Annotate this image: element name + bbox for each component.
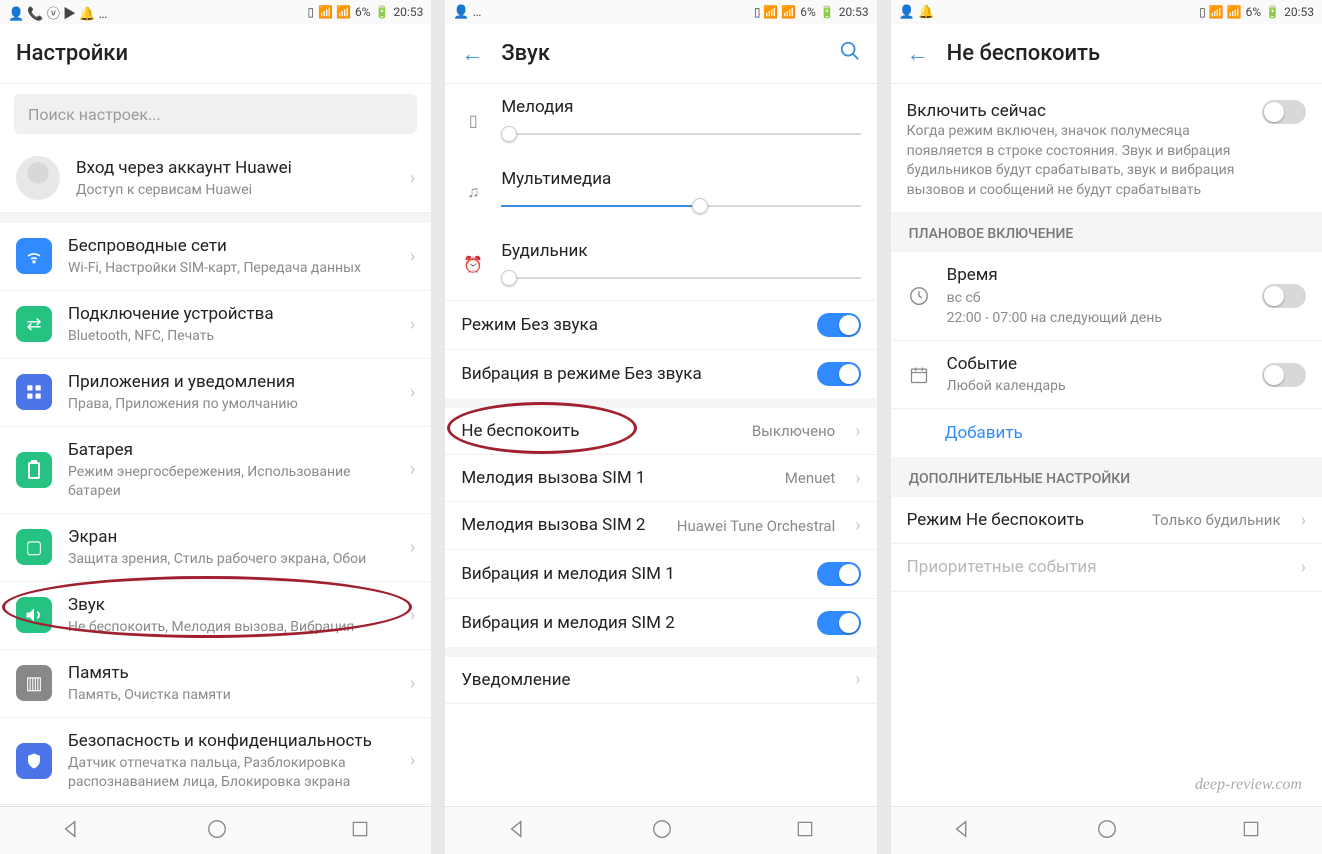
chevron-right-icon: › bbox=[855, 421, 860, 442]
nav-recent-icon[interactable] bbox=[795, 819, 815, 843]
navbar bbox=[891, 806, 1322, 854]
row-apps[interactable]: Приложения и уведомленияПрава, Приложени… bbox=[0, 359, 431, 427]
row-notification[interactable]: Уведомление › bbox=[445, 657, 876, 704]
row-memory[interactable]: ▥ ПамятьПамять, Очистка памяти › bbox=[0, 650, 431, 718]
slider-media[interactable]: ♫ Мультимедиа bbox=[445, 156, 876, 228]
row-enable-now[interactable]: Включить сейчас Когда режим включен, зна… bbox=[891, 84, 1322, 212]
chevron-right-icon: › bbox=[855, 669, 860, 690]
chevron-right-icon: › bbox=[410, 168, 415, 189]
toggle-vs2[interactable] bbox=[817, 611, 861, 635]
section-scheduled: ПЛАНОВОЕ ВКЛЮЧЕНИЕ bbox=[891, 212, 1322, 252]
search-icon[interactable] bbox=[839, 40, 861, 68]
alarm-icon: ⏰ bbox=[461, 255, 485, 274]
chevron-right-icon: › bbox=[410, 314, 415, 335]
page-title: Настройки bbox=[16, 41, 128, 66]
row-vibtone-sim1[interactable]: Вибрация и мелодия SIM 1 bbox=[445, 550, 876, 599]
toggle-vibrate[interactable] bbox=[817, 362, 861, 386]
clock-icon bbox=[907, 285, 931, 307]
vibrate-icon: ▯ bbox=[307, 5, 314, 19]
row-sim2-tone[interactable]: Мелодия вызова SIM 2 Huawei Tune Orchest… bbox=[445, 502, 876, 549]
screen-sound: 👤 … ▯ 📶 📶 6% 🔋 20:53 ← Звук ▯ Мелодия ♫ … bbox=[445, 0, 876, 854]
wifi-icon bbox=[16, 238, 52, 274]
slider-alarm[interactable]: ⏰ Будильник bbox=[445, 228, 876, 301]
header: ← Не беспокоить bbox=[891, 24, 1322, 84]
header: Настройки bbox=[0, 24, 431, 84]
chevron-right-icon: › bbox=[410, 459, 415, 480]
vibrate-icon: ▯ bbox=[461, 111, 485, 130]
statusbar: 👤 🔔 ▯ 📶 📶 6% 🔋 20:53 bbox=[891, 0, 1322, 24]
statusbar: 👤 📞 ⓥ ▶ 🔔 … ▯ 📶 📶 6% 🔋 20:53 bbox=[0, 0, 431, 24]
add-button[interactable]: Добавить bbox=[891, 409, 1322, 457]
navbar bbox=[0, 806, 431, 854]
row-event[interactable]: Событие Любой календарь bbox=[891, 341, 1322, 409]
nav-home-icon[interactable] bbox=[1096, 818, 1118, 844]
nav-back-icon[interactable] bbox=[61, 818, 83, 844]
row-account[interactable]: Вход через аккаунт HuaweiДоступ к сервис… bbox=[0, 144, 431, 213]
chevron-right-icon: › bbox=[410, 750, 415, 771]
screen-dnd: 👤 🔔 ▯ 📶 📶 6% 🔋 20:53 ← Не беспокоить Вкл… bbox=[891, 0, 1322, 854]
toggle-enable-now[interactable] bbox=[1262, 100, 1306, 124]
slider-ringtone[interactable]: ▯ Мелодия bbox=[445, 84, 876, 156]
row-connection[interactable]: ⇄ Подключение устройстваBluetooth, NFC, … bbox=[0, 291, 431, 359]
toggle-vs1[interactable] bbox=[817, 562, 861, 586]
watermark: deep-review.com bbox=[1195, 776, 1302, 794]
avatar-icon bbox=[16, 156, 60, 200]
nav-home-icon[interactable] bbox=[651, 818, 673, 844]
nav-home-icon[interactable] bbox=[206, 818, 228, 844]
chevron-right-icon: › bbox=[855, 515, 860, 536]
row-priority[interactable]: Приоритетные события › bbox=[891, 544, 1322, 591]
toggle-time[interactable] bbox=[1262, 284, 1306, 308]
section-more: ДОПОЛНИТЕЛЬНЫЕ НАСТРОЙКИ bbox=[891, 457, 1322, 497]
nav-back-icon[interactable] bbox=[507, 818, 529, 844]
row-wireless[interactable]: Беспроводные сетиWi-Fi, Настройки SIM-ка… bbox=[0, 223, 431, 291]
music-icon: ♫ bbox=[461, 182, 485, 202]
back-arrow-icon[interactable]: ← bbox=[907, 41, 929, 67]
nav-recent-icon[interactable] bbox=[350, 819, 370, 843]
chevron-right-icon: › bbox=[410, 673, 415, 694]
row-time[interactable]: Время вс сб 22:00 - 07:00 на следующий д… bbox=[891, 252, 1322, 341]
row-dnd-mode[interactable]: Режим Не беспокоить Только будильник › bbox=[891, 497, 1322, 544]
chevron-right-icon: › bbox=[855, 468, 860, 489]
page-title: Не беспокоить bbox=[947, 41, 1100, 66]
sound-icon bbox=[16, 597, 52, 633]
page-title: Звук bbox=[501, 41, 550, 66]
search-input[interactable]: Поиск настроек... bbox=[14, 94, 417, 134]
chevron-right-icon: › bbox=[1301, 557, 1306, 578]
chevron-right-icon: › bbox=[410, 246, 415, 267]
nav-recent-icon[interactable] bbox=[1241, 819, 1261, 843]
navbar bbox=[445, 806, 876, 854]
row-sound[interactable]: ЗвукНе беспокоить, Мелодия вызова, Вибра… bbox=[0, 582, 431, 650]
toggle-silent[interactable] bbox=[817, 313, 861, 337]
shield-icon bbox=[16, 743, 52, 779]
calendar-icon bbox=[907, 365, 931, 385]
chevron-right-icon: › bbox=[410, 382, 415, 403]
chevron-right-icon: › bbox=[1301, 510, 1306, 531]
chevron-right-icon: › bbox=[410, 605, 415, 626]
header: ← Звук bbox=[445, 24, 876, 84]
statusbar: 👤 … ▯ 📶 📶 6% 🔋 20:53 bbox=[445, 0, 876, 24]
devices-icon: ⇄ bbox=[16, 306, 52, 342]
battery-icon bbox=[16, 452, 52, 488]
apps-icon bbox=[16, 374, 52, 410]
row-sim1-tone[interactable]: Мелодия вызова SIM 1 Menuet › bbox=[445, 455, 876, 502]
storage-icon: ▥ bbox=[16, 665, 52, 701]
chevron-right-icon: › bbox=[410, 537, 415, 558]
back-arrow-icon[interactable]: ← bbox=[461, 41, 483, 67]
row-vibrate-silent[interactable]: Вибрация в режиме Без звука bbox=[445, 350, 876, 398]
toggle-event[interactable] bbox=[1262, 363, 1306, 387]
display-icon: ▢ bbox=[16, 529, 52, 565]
row-security[interactable]: Безопасность и конфиденциальностьДатчик … bbox=[0, 718, 431, 805]
row-battery[interactable]: БатареяРежим энергосбережения, Использов… bbox=[0, 427, 431, 514]
nav-back-icon[interactable] bbox=[952, 818, 974, 844]
row-vibtone-sim2[interactable]: Вибрация и мелодия SIM 2 bbox=[445, 599, 876, 647]
row-dnd[interactable]: Не беспокоить Выключено › bbox=[445, 408, 876, 455]
screen-settings: 👤 📞 ⓥ ▶ 🔔 … ▯ 📶 📶 6% 🔋 20:53 Настройки П… bbox=[0, 0, 431, 854]
row-silent[interactable]: Режим Без звука bbox=[445, 301, 876, 350]
row-display[interactable]: ▢ ЭкранЗащита зрения, Стиль рабочего экр… bbox=[0, 514, 431, 582]
